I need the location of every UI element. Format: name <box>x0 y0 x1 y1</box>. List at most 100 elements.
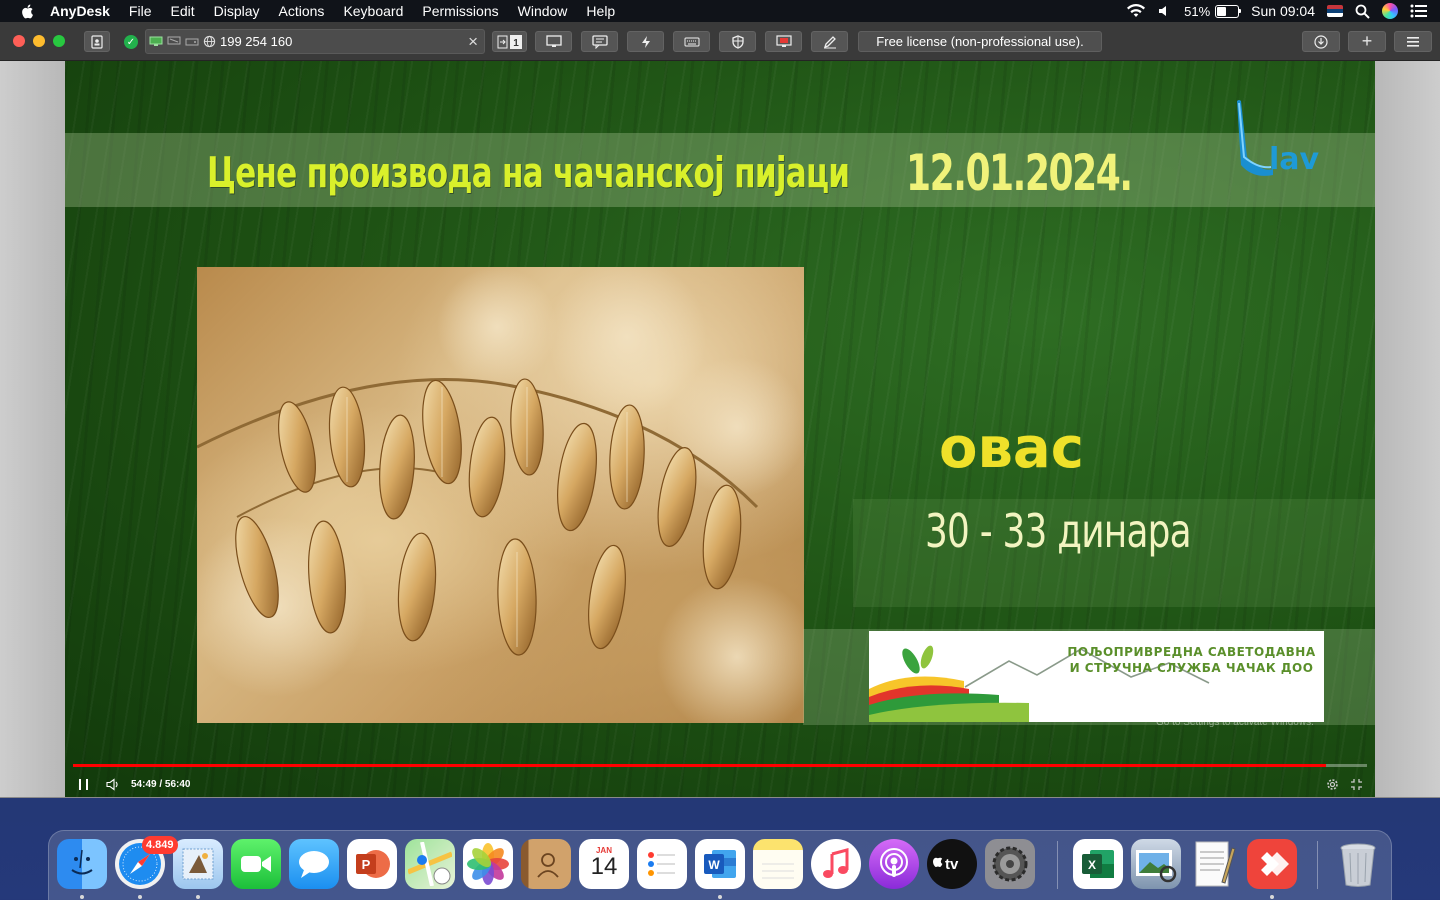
contact-card-icon <box>537 853 559 878</box>
monitor-switch-button[interactable]: 1 <box>492 31 527 52</box>
sponsor-name-line2: И СТРУЧНА СЛУЖБА ЧАЧАК ДОО <box>1069 661 1314 675</box>
session-tab[interactable]: 199 254 160 × <box>145 29 485 54</box>
anydesk-window: ✓ 199 254 160 × 1 Free license (non-prof… <box>0 22 1440 798</box>
dock-photos[interactable] <box>463 839 513 889</box>
dock-system-preferences[interactable] <box>985 839 1035 889</box>
menu-edit[interactable]: Edit <box>170 3 194 19</box>
chat-button[interactable] <box>581 31 618 52</box>
address-book-icon <box>91 34 103 49</box>
video-date: 12.01.2024. <box>906 144 1133 202</box>
address-book-button[interactable] <box>84 31 110 52</box>
mail-stamp-icon <box>182 848 214 880</box>
dock-textedit[interactable] <box>1189 839 1239 889</box>
control-center-icon[interactable] <box>1410 4 1428 18</box>
actions-button[interactable] <box>627 31 664 52</box>
menu-app-name[interactable]: AnyDesk <box>50 3 110 19</box>
product-price: 30 - 33 динара <box>925 504 1192 558</box>
display-settings-icon <box>545 34 562 47</box>
dock-facetime[interactable] <box>231 839 281 889</box>
volume-icon[interactable] <box>106 778 120 791</box>
mail-unread-badge: 4.849 <box>142 836 178 854</box>
map-icon <box>408 842 452 886</box>
dock-preview[interactable] <box>1131 839 1181 889</box>
menu-actions[interactable]: Actions <box>279 3 325 19</box>
dock-reminders[interactable] <box>637 839 687 889</box>
music-note-icon <box>823 848 849 878</box>
dock-notes[interactable] <box>753 839 803 889</box>
dock-apple-tv[interactable]: tv <box>927 839 977 889</box>
activate-windows-watermark: Activate Windows <box>1156 700 1267 716</box>
svg-text:X: X <box>1088 858 1096 872</box>
reminders-list-icon <box>648 852 675 876</box>
flag-icon[interactable] <box>1327 5 1343 17</box>
exit-fullscreen-icon[interactable] <box>1350 778 1363 791</box>
dock-separator <box>1057 841 1058 889</box>
dock-maps[interactable] <box>405 839 455 889</box>
close-session-icon[interactable]: × <box>468 32 478 52</box>
powerpoint-icon: P <box>356 850 390 878</box>
chat-icon <box>591 34 608 49</box>
main-menu-button[interactable] <box>1394 31 1432 52</box>
activate-windows-hint: Go to Settings to activate Windows. <box>1156 717 1314 728</box>
menu-help[interactable]: Help <box>586 3 615 19</box>
dock-trash[interactable] <box>1333 839 1383 889</box>
window-close-button[interactable] <box>13 35 25 47</box>
dock-messages[interactable] <box>289 839 339 889</box>
screen-record-icon <box>775 34 792 47</box>
video-progress-fill <box>73 764 1326 767</box>
new-tab-button[interactable]: + <box>1348 31 1386 52</box>
dock-powerpoint[interactable]: P <box>347 839 397 889</box>
calendar-day: 14 <box>590 852 618 880</box>
remote-video[interactable]: Цене производа на чачанској пијаци 12.01… <box>65 61 1375 797</box>
apple-icon[interactable] <box>20 3 36 19</box>
spotlight-icon[interactable] <box>1355 4 1370 19</box>
volume-icon[interactable] <box>1158 4 1172 18</box>
shield-icon <box>731 34 744 49</box>
permissions-button[interactable] <box>719 31 756 52</box>
svg-text:1: 1 <box>513 38 519 49</box>
svg-text:tv: tv <box>945 856 959 873</box>
dock-mail[interactable] <box>173 839 223 889</box>
dock-music[interactable] <box>811 839 861 889</box>
download-button[interactable] <box>1302 31 1340 52</box>
podcast-icon <box>880 848 908 877</box>
remote-screen-border-left <box>0 61 65 797</box>
channel-logo: lav <box>1237 100 1320 177</box>
video-progress-bar[interactable] <box>73 764 1367 767</box>
battery-indicator[interactable]: 51% <box>1184 4 1242 19</box>
menu-file[interactable]: File <box>129 3 152 19</box>
excel-icon: X <box>1082 850 1114 878</box>
window-zoom-button[interactable] <box>53 35 65 47</box>
dock-anydesk[interactable] <box>1247 839 1297 889</box>
menu-window[interactable]: Window <box>518 3 568 19</box>
pause-icon[interactable] <box>79 779 88 790</box>
siri-icon[interactable] <box>1382 3 1398 19</box>
status-area: 51% Sun 09:04 <box>1126 0 1440 22</box>
dock-finder[interactable] <box>57 839 107 889</box>
dock-excel[interactable]: X <box>1073 839 1123 889</box>
dock-running-indicator <box>80 895 84 899</box>
session-address: 199 254 160 <box>220 34 293 49</box>
keyboard-button[interactable] <box>673 31 710 52</box>
window-minimize-button[interactable] <box>33 35 45 47</box>
display-settings-button[interactable] <box>535 31 572 52</box>
menu-display[interactable]: Display <box>214 3 260 19</box>
dock-contacts[interactable] <box>521 839 571 889</box>
license-banner[interactable]: Free license (non-professional use). <box>858 31 1102 52</box>
whiteboard-button[interactable] <box>811 31 848 52</box>
remote-screen-border-right <box>1375 61 1440 797</box>
wifi-icon[interactable] <box>1126 4 1146 18</box>
drive-icon <box>185 38 199 46</box>
menu-permissions[interactable]: Permissions <box>422 3 498 19</box>
remote-monitor-icon <box>149 36 163 46</box>
dock-running-indicator <box>718 895 722 899</box>
dock-word[interactable]: W <box>695 839 745 889</box>
dock-calendar[interactable]: JAN 14 <box>579 839 629 889</box>
product-name: овас <box>939 416 1084 481</box>
clock[interactable]: Sun 09:04 <box>1251 3 1315 19</box>
record-session-button[interactable] <box>765 31 802 52</box>
menu-keyboard[interactable]: Keyboard <box>343 3 403 19</box>
gear-icon[interactable] <box>1326 778 1339 791</box>
oat-spikelets <box>197 267 804 723</box>
dock-podcasts[interactable] <box>869 839 919 889</box>
